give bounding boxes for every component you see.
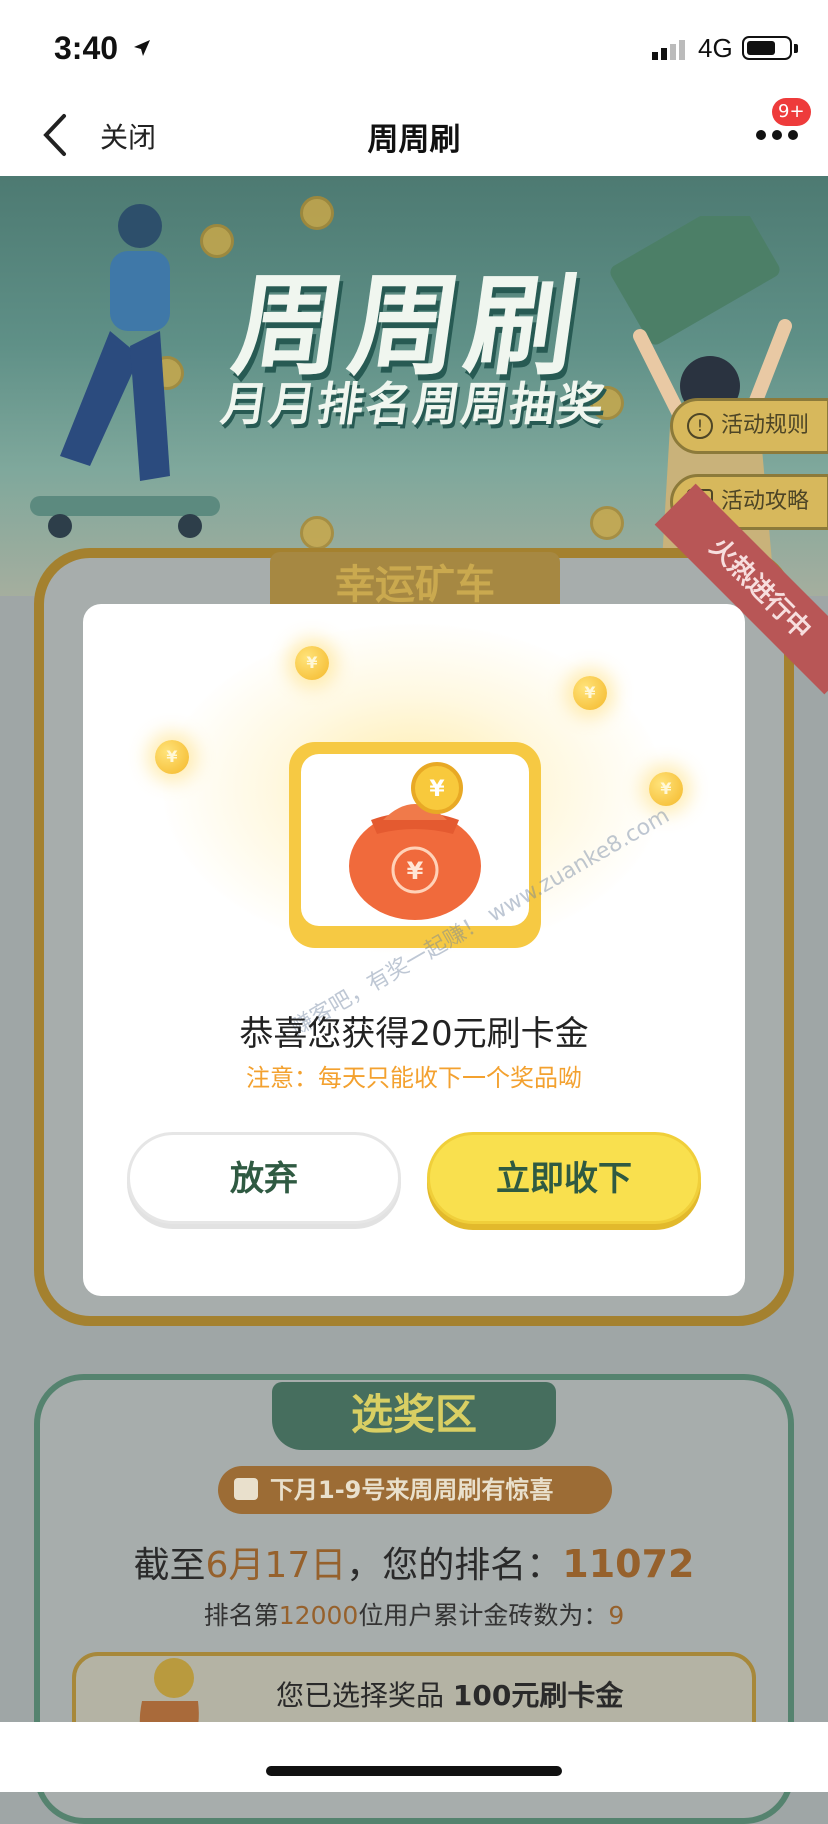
page-title: 周周刷 — [367, 122, 461, 158]
money-bag-icon: ¥ ¥ — [349, 762, 481, 920]
status-bar: 3:40 4G — [0, 0, 828, 100]
more-menu-icon[interactable] — [756, 126, 800, 146]
exclamation-icon: ! — [687, 413, 713, 439]
rank-line: 截至6月17日，您的排名：11072 — [0, 1536, 828, 1588]
congrats-text: 恭喜您获得20元刷卡金 — [239, 1014, 589, 1054]
coin-icon: ¥ — [155, 740, 189, 774]
activity-rules-label: 活动规则 — [721, 413, 810, 438]
status-time: 3:40 — [54, 30, 119, 66]
svg-text:¥: ¥ — [429, 777, 445, 802]
activity-guide-label: 活动攻略 — [721, 489, 810, 514]
chosen-prize-text: 您已选择奖品 100元刷卡金 — [276, 1674, 623, 1714]
gift-icon — [234, 1478, 258, 1500]
character-left-illustration — [30, 204, 220, 538]
network-type: 4G — [698, 33, 733, 63]
coin-decoration — [300, 196, 334, 230]
brick-value: 9 — [608, 1601, 625, 1630]
brick-line: 排名第12000位用户累计金砖数为：9 — [0, 1596, 828, 1632]
rank-prefix: 截至 — [133, 1545, 206, 1586]
brick-rank: 12000 — [278, 1601, 359, 1630]
brick-mid: 位用户累计金砖数为： — [358, 1601, 609, 1630]
hero-subtitle: 月月排名周周抽奖 — [217, 377, 610, 431]
rank-mid: ，您的排名： — [346, 1545, 563, 1586]
accept-button[interactable]: 立即收下 — [427, 1132, 701, 1224]
nav-bar: 关闭 周周刷 9+ — [0, 98, 828, 176]
brick-prefix: 排名第 — [203, 1601, 279, 1630]
battery-icon — [742, 36, 792, 60]
abandon-button[interactable]: 放弃 — [127, 1132, 401, 1224]
activity-rules-button[interactable]: ! 活动规则 — [670, 398, 828, 454]
svg-text:¥: ¥ — [407, 857, 424, 885]
prize-select-tab: 选奖区 — [272, 1382, 556, 1450]
coin-decoration — [300, 516, 334, 550]
signal-icon — [652, 40, 685, 60]
notice-text: 注意：每天只能收下一个奖品呦 — [246, 1064, 582, 1092]
promo-pill: 下月1-9号来周周刷有惊喜 — [218, 1466, 612, 1514]
battery-tip — [794, 44, 798, 53]
location-arrow-icon — [134, 40, 150, 56]
chosen-prize-name: 100元刷卡金 — [452, 1679, 624, 1712]
rank-date: 6月17日 — [205, 1545, 347, 1586]
bottom-safe-area — [0, 1722, 828, 1792]
notification-badge: 9+ — [772, 98, 811, 126]
coin-icon: ¥ — [295, 646, 329, 680]
reward-modal: ¥ ¥ ¥ ¥ ¥ ¥ 赚客吧，有奖一起赚！ www.zuanke8.com 恭… — [83, 604, 745, 1296]
promo-text: 下月1-9号来周周刷有惊喜 — [270, 1476, 554, 1504]
coin-icon: ¥ — [573, 676, 607, 710]
rank-value: 11072 — [562, 1542, 695, 1586]
chosen-prefix: 您已选择奖品 — [276, 1679, 445, 1712]
home-indicator[interactable] — [266, 1766, 562, 1776]
